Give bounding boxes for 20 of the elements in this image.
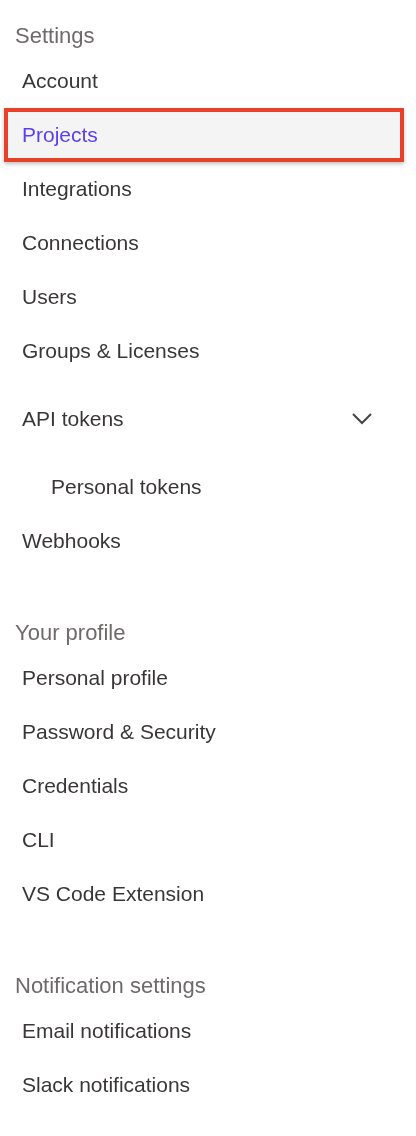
nav-item[interactable]: Connections [4, 216, 404, 270]
nav-item[interactable]: Slack notifications [4, 1058, 404, 1112]
nav-item[interactable]: Email notifications [4, 1004, 404, 1058]
section-title: Your profile [14, 619, 127, 647]
nav-item[interactable]: API tokens [4, 378, 404, 460]
chevron-icon[interactable] [352, 413, 372, 425]
nav-item[interactable]: Groups & Licenses [4, 324, 404, 378]
nav-item[interactable]: Users [4, 270, 404, 324]
nav-item[interactable]: CLI [4, 813, 404, 867]
nav-item[interactable]: Personal profile [4, 651, 404, 705]
nav-item[interactable]: Webhooks [4, 514, 404, 568]
nav-item[interactable]: Credentials [4, 759, 404, 813]
nav-item[interactable]: VS Code Extension [4, 867, 404, 921]
nav-item[interactable]: Projects [4, 108, 404, 162]
nav-item[interactable]: Integrations [4, 162, 404, 216]
nav-subitem[interactable]: Personal tokens [4, 460, 404, 514]
nav-item[interactable]: Password & Security [4, 705, 404, 759]
section-title: Settings [14, 22, 96, 50]
section-title: Notification settings [14, 972, 207, 1000]
nav-item[interactable]: Account [4, 54, 404, 108]
